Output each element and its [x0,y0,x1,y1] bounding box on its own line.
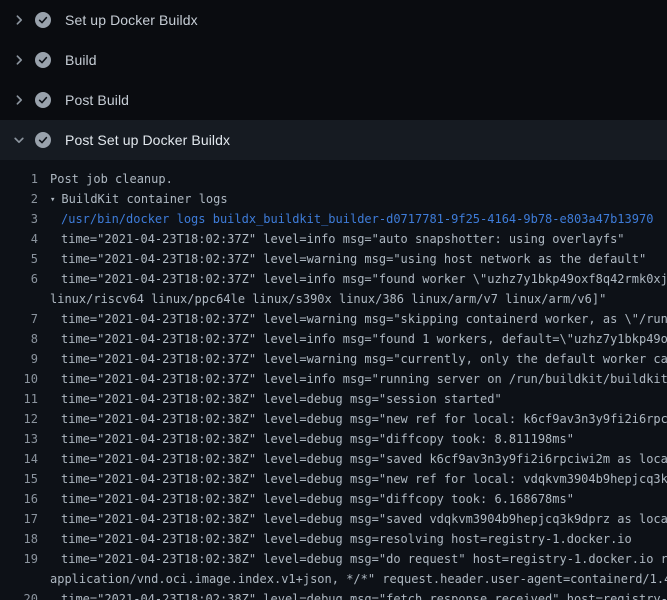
log-line: 3 /usr/bin/docker logs buildx_buildkit_b… [0,209,667,229]
log-line-number[interactable]: 3 [0,209,38,229]
log-line-number[interactable]: 1 [0,169,38,189]
step-row-1[interactable]: Build [0,40,667,80]
check-circle-icon [35,52,51,68]
group-collapse-icon[interactable]: ▾ [50,190,55,209]
log-pane: 1 Post job cleanup. 2 ▾BuildKit containe… [0,160,667,600]
step-row-3[interactable]: Post Set up Docker Buildx [0,120,667,160]
log-line-text: time="2021-04-23T18:02:38Z" level=debug … [50,549,667,569]
chevron-icon [11,92,27,108]
log-line-text: time="2021-04-23T18:02:38Z" level=debug … [50,589,667,600]
log-line-text: time="2021-04-23T18:02:37Z" level=warnin… [50,349,667,369]
log-line-number[interactable]: 9 [0,349,38,369]
log-line: 10 time="2021-04-23T18:02:37Z" level=inf… [0,369,667,389]
log-line-text: time="2021-04-23T18:02:37Z" level=info m… [50,329,667,349]
log-line: 18 time="2021-04-23T18:02:38Z" level=deb… [0,529,667,549]
log-line-text: Post job cleanup. [50,169,173,189]
log-line-text: /usr/bin/docker logs buildx_buildkit_bui… [50,209,653,229]
check-circle-icon [35,92,51,108]
log-line: 8 time="2021-04-23T18:02:37Z" level=info… [0,329,667,349]
check-circle-icon [35,12,51,28]
log-line: 1 Post job cleanup. [0,169,667,189]
log-line-text: time="2021-04-23T18:02:38Z" level=debug … [50,489,574,509]
log-line-text: time="2021-04-23T18:02:37Z" level=info m… [50,369,667,389]
log-line-text: linux/riscv64 linux/ppc64le linux/s390x … [50,289,606,309]
log-line: 20 time="2021-04-23T18:02:38Z" level=deb… [0,589,667,600]
log-line-number[interactable]: 2 [0,189,38,209]
log-line-text: time="2021-04-23T18:02:37Z" level=warnin… [50,249,646,269]
log-line-text: time="2021-04-23T18:02:38Z" level=debug … [50,409,667,429]
step-row-2[interactable]: Post Build [0,80,667,120]
log-line: 17 time="2021-04-23T18:02:38Z" level=deb… [0,509,667,529]
log-line: 11 time="2021-04-23T18:02:38Z" level=deb… [0,389,667,409]
log-line-number[interactable]: 6 [0,269,38,289]
log-line-text: time="2021-04-23T18:02:38Z" level=debug … [50,449,667,469]
log-line-number[interactable]: 17 [0,509,38,529]
log-line: 9 time="2021-04-23T18:02:37Z" level=warn… [0,349,667,369]
log-line-number[interactable]: 13 [0,429,38,449]
log-line-text: time="2021-04-23T18:02:38Z" level=debug … [50,389,502,409]
log-line: 14 time="2021-04-23T18:02:38Z" level=deb… [0,449,667,469]
log-line-number[interactable]: 16 [0,489,38,509]
log-line: 15 time="2021-04-23T18:02:38Z" level=deb… [0,469,667,489]
log-line-number[interactable]: 12 [0,409,38,429]
log-line-number[interactable]: 19 [0,549,38,569]
log-line-text: time="2021-04-23T18:02:38Z" level=debug … [50,529,632,549]
log-line-text: time="2021-04-23T18:02:38Z" level=debug … [50,509,667,529]
log-line: 16 time="2021-04-23T18:02:38Z" level=deb… [0,489,667,509]
chevron-icon [11,132,27,148]
log-line: 13 time="2021-04-23T18:02:38Z" level=deb… [0,429,667,449]
log-line-text: time="2021-04-23T18:02:37Z" level=info m… [50,269,667,289]
step-label: Set up Docker Buildx [65,12,198,28]
log-line: 2 ▾BuildKit container logs [0,189,667,209]
steps-list: Set up Docker Buildx Build P [0,0,667,160]
log-line-text: ▾BuildKit container logs [50,189,228,209]
log-line: linux/riscv64 linux/ppc64le linux/s390x … [0,289,667,309]
log-line-number[interactable]: 15 [0,469,38,489]
log-line: 19 time="2021-04-23T18:02:38Z" level=deb… [0,549,667,569]
log-line-number[interactable] [0,289,38,309]
log-line-number[interactable]: 11 [0,389,38,409]
step-label: Post Set up Docker Buildx [65,132,230,148]
log-line-number[interactable]: 18 [0,529,38,549]
step-label: Build [65,52,97,68]
log-line-number[interactable]: 14 [0,449,38,469]
chevron-icon [11,12,27,28]
check-circle-icon [35,132,51,148]
chevron-icon [11,52,27,68]
log-line-number[interactable]: 10 [0,369,38,389]
log-line: application/vnd.oci.image.index.v1+json,… [0,569,667,589]
log-line-text: time="2021-04-23T18:02:38Z" level=debug … [50,429,574,449]
log-line: 5 time="2021-04-23T18:02:37Z" level=warn… [0,249,667,269]
log-line-number[interactable]: 5 [0,249,38,269]
step-row-0[interactable]: Set up Docker Buildx [0,0,667,40]
log-line-number[interactable] [0,569,38,589]
log-line-text: application/vnd.oci.image.index.v1+json,… [50,569,667,589]
log-line: 7 time="2021-04-23T18:02:37Z" level=warn… [0,309,667,329]
log-line-text: time="2021-04-23T18:02:37Z" level=warnin… [50,309,667,329]
step-label: Post Build [65,92,129,108]
log-line-text: time="2021-04-23T18:02:37Z" level=info m… [50,229,625,249]
log-line-number[interactable]: 8 [0,329,38,349]
log-line-number[interactable]: 4 [0,229,38,249]
log-line-number[interactable]: 20 [0,589,38,600]
log-line: 12 time="2021-04-23T18:02:38Z" level=deb… [0,409,667,429]
log-line: 6 time="2021-04-23T18:02:37Z" level=info… [0,269,667,289]
log-line: 4 time="2021-04-23T18:02:37Z" level=info… [0,229,667,249]
log-line-number[interactable]: 7 [0,309,38,329]
log-line-text: time="2021-04-23T18:02:38Z" level=debug … [50,469,667,489]
